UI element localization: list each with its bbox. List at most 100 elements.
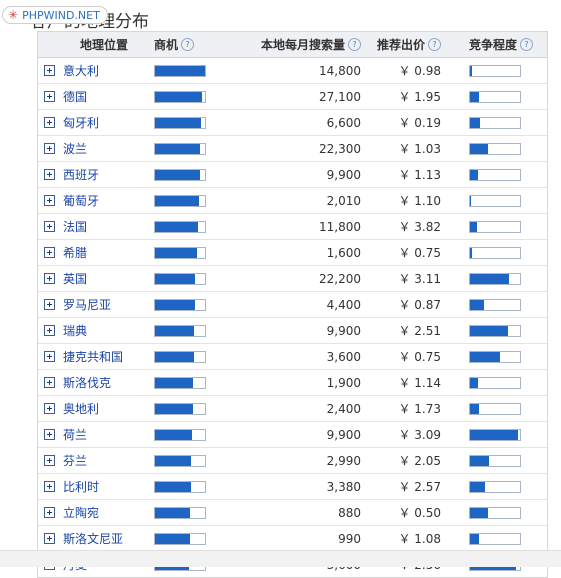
location-name[interactable]: 葡萄牙 <box>63 192 99 209</box>
bid-cell: ￥ 0.19 <box>398 116 441 130</box>
help-icon[interactable]: ? <box>348 38 361 51</box>
opportunity-cell <box>154 142 224 155</box>
competition-cell <box>459 324 547 337</box>
volume-cell: 9,900 <box>326 427 361 442</box>
table-row[interactable]: 西班牙 9,900 ￥ 1.13 <box>38 161 547 187</box>
expand-icon[interactable] <box>44 351 55 362</box>
competition-bar-fill <box>470 533 479 544</box>
expand-icon[interactable] <box>44 169 55 180</box>
header-opportunity[interactable]: 商机 ? <box>154 36 224 53</box>
table-row[interactable]: 罗马尼亚 4,400 ￥ 0.87 <box>38 291 547 317</box>
competition-bar <box>469 142 521 155</box>
location-cell: 斯洛文尼亚 <box>38 530 154 547</box>
opportunity-bar <box>154 298 206 311</box>
expand-icon[interactable] <box>44 273 55 284</box>
location-name[interactable]: 希腊 <box>63 244 87 261</box>
volume-cell: 880 <box>338 505 361 520</box>
competition-bar-fill <box>470 169 478 180</box>
header-location[interactable]: 地理位置 <box>38 36 154 53</box>
competition-bar-fill <box>470 351 500 362</box>
table-row[interactable]: 奥地利 2,400 ￥ 1.73 <box>38 395 547 421</box>
expand-icon[interactable] <box>44 143 55 154</box>
table-row[interactable]: 荷兰 9,900 ￥ 3.09 <box>38 421 547 447</box>
location-cell: 法国 <box>38 218 154 235</box>
location-name[interactable]: 芬兰 <box>63 452 87 469</box>
opportunity-bar <box>154 376 206 389</box>
table-row[interactable]: 英国 22,200 ￥ 3.11 <box>38 265 547 291</box>
table-row[interactable]: 匈牙利 6,600 ￥ 0.19 <box>38 109 547 135</box>
help-icon[interactable]: ? <box>181 38 195 51</box>
header-competition[interactable]: 竞争程度 ? <box>459 36 547 53</box>
table-row[interactable]: 波兰 22,300 ￥ 1.03 <box>38 135 547 161</box>
table-row[interactable]: 瑞典 9,900 ￥ 2.51 <box>38 317 547 343</box>
header-volume[interactable]: 本地每月搜索量 ? <box>224 36 367 53</box>
table-row[interactable]: 葡萄牙 2,010 ￥ 1.10 <box>38 187 547 213</box>
opportunity-bar <box>154 480 206 493</box>
table-row[interactable]: 法国 11,800 ￥ 3.82 <box>38 213 547 239</box>
competition-bar-fill <box>470 481 485 492</box>
location-name[interactable]: 法国 <box>63 218 87 235</box>
location-name[interactable]: 奥地利 <box>63 400 99 417</box>
location-name[interactable]: 捷克共和国 <box>63 348 123 365</box>
table-row[interactable]: 德国 27,100 ￥ 1.95 <box>38 83 547 109</box>
competition-bar-fill <box>470 377 478 388</box>
expand-icon[interactable] <box>44 299 55 310</box>
competition-cell <box>459 116 547 129</box>
location-cell: 捷克共和国 <box>38 348 154 365</box>
table-row[interactable]: 比利时 3,380 ￥ 2.57 <box>38 473 547 499</box>
competition-cell <box>459 142 547 155</box>
table-row[interactable]: 斯洛文尼亚 990 ￥ 1.08 <box>38 525 547 551</box>
header-opportunity-label: 商机 <box>154 38 179 52</box>
expand-icon[interactable] <box>44 481 55 492</box>
competition-bar <box>469 168 521 181</box>
location-name[interactable]: 立陶宛 <box>63 504 99 521</box>
competition-bar <box>469 220 521 233</box>
opportunity-bar-fill <box>155 143 200 154</box>
location-name[interactable]: 比利时 <box>63 478 99 495</box>
location-name[interactable]: 斯洛文尼亚 <box>63 530 123 547</box>
table-row[interactable]: 斯洛伐克 1,900 ￥ 1.14 <box>38 369 547 395</box>
location-name[interactable]: 意大利 <box>63 62 99 79</box>
expand-icon[interactable] <box>44 221 55 232</box>
expand-icon[interactable] <box>44 455 55 466</box>
location-name[interactable]: 瑞典 <box>63 322 87 339</box>
location-cell: 立陶宛 <box>38 504 154 521</box>
competition-bar <box>469 272 521 285</box>
expand-icon[interactable] <box>44 65 55 76</box>
expand-icon[interactable] <box>44 117 55 128</box>
table-row[interactable]: 意大利 14,800 ￥ 0.98 <box>38 58 547 83</box>
expand-icon[interactable] <box>44 91 55 102</box>
opportunity-cell <box>154 168 224 181</box>
table-row[interactable]: 立陶宛 880 ￥ 0.50 <box>38 499 547 525</box>
table-row[interactable]: 希腊 1,600 ￥ 0.75 <box>38 239 547 265</box>
expand-icon[interactable] <box>44 247 55 258</box>
expand-icon[interactable] <box>44 533 55 544</box>
table-row[interactable]: 芬兰 2,990 ￥ 2.05 <box>38 447 547 473</box>
location-name[interactable]: 西班牙 <box>63 166 99 183</box>
location-name[interactable]: 罗马尼亚 <box>63 296 111 313</box>
bottom-scroll-strip <box>0 550 561 567</box>
expand-icon[interactable] <box>44 403 55 414</box>
location-name[interactable]: 匈牙利 <box>63 114 99 131</box>
table-row[interactable]: 捷克共和国 3,600 ￥ 0.75 <box>38 343 547 369</box>
competition-bar <box>469 90 521 103</box>
help-icon[interactable]: ? <box>428 38 441 51</box>
opportunity-bar-fill <box>155 325 194 336</box>
expand-icon[interactable] <box>44 325 55 336</box>
expand-icon[interactable] <box>44 195 55 206</box>
expand-icon[interactable] <box>44 377 55 388</box>
location-name[interactable]: 波兰 <box>63 140 87 157</box>
expand-icon[interactable] <box>44 507 55 518</box>
header-bid[interactable]: 推荐出价 ? <box>367 36 459 53</box>
help-icon[interactable]: ? <box>520 38 534 51</box>
location-cell: 芬兰 <box>38 452 154 469</box>
competition-bar-fill <box>470 403 479 414</box>
volume-cell: 2,400 <box>326 401 361 416</box>
location-name[interactable]: 英国 <box>63 270 87 287</box>
expand-icon[interactable] <box>44 429 55 440</box>
location-name[interactable]: 德国 <box>63 88 87 105</box>
volume-cell: 990 <box>338 531 361 546</box>
location-name[interactable]: 荷兰 <box>63 426 87 443</box>
volume-cell: 22,200 <box>319 271 361 286</box>
location-name[interactable]: 斯洛伐克 <box>63 374 111 391</box>
